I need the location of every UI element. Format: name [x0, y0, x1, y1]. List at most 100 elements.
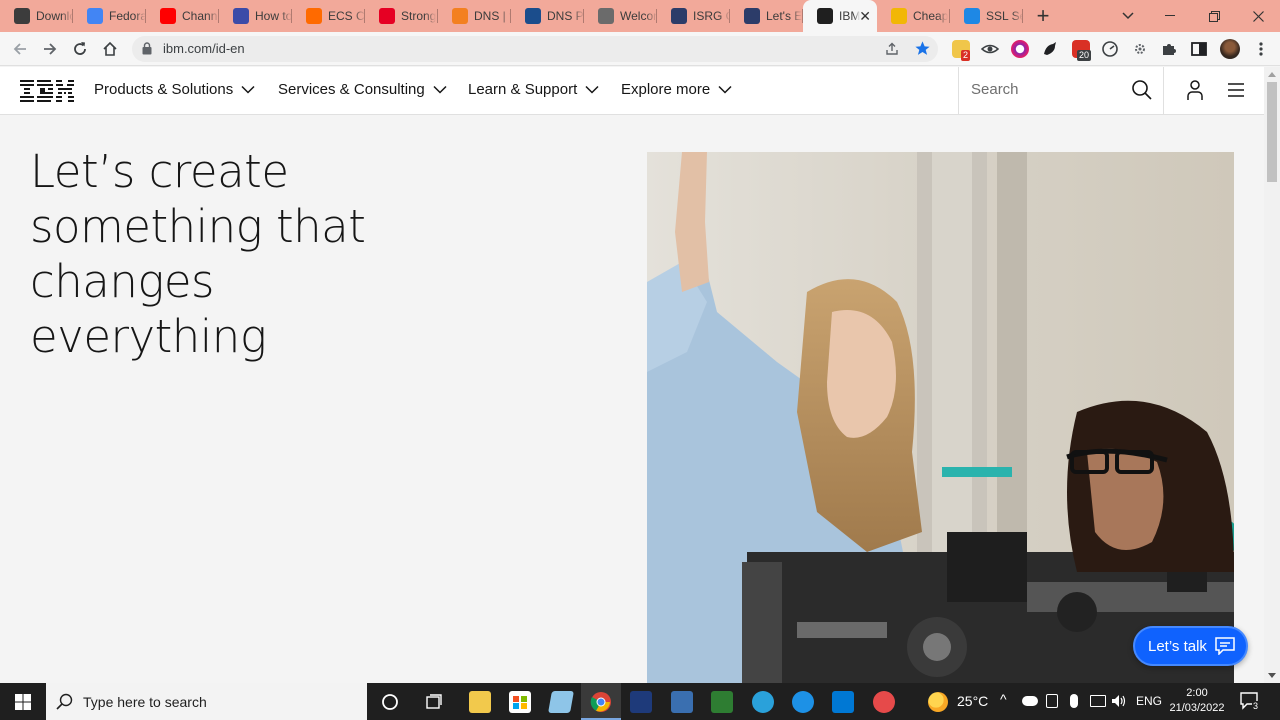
scroll-up-arrow-icon[interactable]	[1268, 72, 1276, 77]
gear-extension-icon[interactable]	[1131, 40, 1149, 58]
task-view-icon[interactable]	[425, 693, 443, 711]
search-icon[interactable]	[1131, 79, 1153, 101]
chevron-down-icon	[585, 85, 599, 94]
globe-icon	[233, 8, 249, 24]
browser-tab[interactable]: ECS Co	[292, 0, 365, 32]
tray-overflow-chevron-icon[interactable]: ^	[1000, 691, 1007, 707]
scroll-down-arrow-icon[interactable]	[1268, 673, 1276, 678]
browser-tab-title: SSL Se	[986, 9, 1023, 23]
youtube-icon	[160, 8, 176, 24]
scrollbar-thumb[interactable]	[1267, 82, 1277, 182]
screen-recorder-icon[interactable]	[873, 691, 895, 713]
taskbar-clock[interactable]: 2:00 21/03/2022	[1168, 686, 1226, 716]
chevron-down-icon	[718, 85, 732, 94]
nav-menu-label: Learn & Support	[468, 81, 578, 98]
page-scrollbar[interactable]	[1264, 67, 1280, 683]
weather-temperature[interactable]: 25°C	[957, 693, 988, 709]
docker-icon[interactable]	[792, 691, 814, 713]
browser-tab-title: Let's E	[766, 9, 803, 23]
taskbar-search-placeholder: Type here to search	[83, 694, 207, 710]
remote-desktop-icon[interactable]	[671, 691, 693, 713]
clock-time: 2:00	[1186, 687, 1208, 699]
chevron-down-icon	[241, 85, 255, 94]
hero-heading: Let’s create something that changes ever…	[30, 144, 410, 364]
browser-tab-title: Strong	[401, 9, 437, 23]
reload-icon[interactable]	[68, 37, 92, 61]
microphone-icon[interactable]	[1070, 694, 1078, 708]
share-icon[interactable]	[884, 41, 900, 57]
browser-menu-icon[interactable]	[1252, 40, 1270, 58]
browser-tab[interactable]: DNS | f	[438, 0, 511, 32]
address-bar[interactable]: ibm.com/id-en	[132, 36, 938, 62]
chrome-icon[interactable]	[590, 691, 612, 713]
volume-icon[interactable]	[1111, 694, 1127, 708]
nav-menu-item[interactable]: Products & Solutions	[94, 81, 255, 98]
browser-tab[interactable]: Downlo	[0, 0, 73, 32]
browser-tab[interactable]: How to	[219, 0, 292, 32]
browser-tab[interactable]: Fedora	[73, 0, 146, 32]
notification-count: 3	[1252, 701, 1260, 711]
browser-tab[interactable]: Let's E	[730, 0, 803, 32]
microsoft-store-icon[interactable]	[509, 691, 531, 713]
lock-icon[interactable]	[142, 42, 152, 55]
bird-extension-icon[interactable]	[1041, 40, 1059, 58]
hamburger-menu-icon[interactable]	[1226, 79, 1246, 101]
ibm-logo-icon[interactable]	[20, 80, 74, 102]
network-icon[interactable]	[1090, 695, 1106, 707]
profile-avatar[interactable]	[1220, 39, 1240, 59]
hero-line: changes	[30, 255, 215, 308]
browser-tab[interactable]: DNS Pr	[511, 0, 584, 32]
new-tab-button[interactable]: +	[1027, 0, 1059, 32]
nav-menu-item[interactable]: Explore more	[621, 81, 732, 98]
browser-tab[interactable]: Cheap	[877, 0, 950, 32]
cortana-icon[interactable]	[381, 693, 399, 711]
browser-tab-title: Downlo	[36, 9, 73, 23]
color-picker-extension-icon[interactable]	[1011, 40, 1029, 58]
ibm-icon	[817, 8, 833, 24]
restore-button[interactable]	[1192, 0, 1236, 32]
puzzle-extensions-icon[interactable]	[1160, 40, 1178, 58]
file-explorer-icon[interactable]	[469, 691, 491, 713]
input-language[interactable]: ENG	[1136, 694, 1162, 708]
tab-search-chevron-icon[interactable]	[1106, 0, 1150, 32]
notes-app-icon[interactable]	[548, 691, 574, 713]
nav-menu-item[interactable]: Learn & Support	[468, 81, 599, 98]
browser-tab-title: Channe	[182, 9, 219, 23]
nav-menu-label: Services & Consulting	[278, 81, 425, 98]
browser-tab[interactable]: Strong	[365, 0, 438, 32]
browser-tab[interactable]: ISRG C	[657, 0, 730, 32]
weather-icon[interactable]	[928, 692, 948, 712]
user-profile-icon[interactable]	[1184, 79, 1206, 101]
nav-menu-item[interactable]: Services & Consulting	[278, 81, 447, 98]
eye-extension-icon[interactable]	[980, 40, 1000, 58]
minimize-button[interactable]	[1148, 0, 1192, 32]
ibm-search-box[interactable]: Search	[958, 67, 1164, 114]
forward-arrow-icon[interactable]	[38, 37, 62, 61]
browser-tab[interactable]: Channe	[146, 0, 219, 32]
tray-device-icon[interactable]	[1046, 694, 1058, 708]
close-window-button[interactable]	[1236, 0, 1280, 32]
url-text: ibm.com/id-en	[163, 41, 245, 56]
home-icon[interactable]	[98, 37, 122, 61]
close-tab-icon[interactable]: ✕	[859, 9, 871, 23]
browser-tab[interactable]: IBM ✕	[803, 0, 877, 32]
browser-tab-title: ISRG C	[693, 9, 730, 23]
lets-talk-chat-button[interactable]: Let’s talk	[1133, 626, 1248, 666]
spreadsheet-app-icon[interactable]	[711, 691, 733, 713]
taskbar-search-box[interactable]: Type here to search	[46, 683, 367, 720]
telegram-icon[interactable]	[752, 691, 774, 713]
back-arrow-icon[interactable]	[8, 37, 32, 61]
download-icon	[14, 8, 30, 24]
browser-tab[interactable]: SSL Se	[950, 0, 1023, 32]
chat-bubble-icon	[1215, 637, 1235, 655]
side-panel-icon[interactable]	[1190, 40, 1208, 58]
browser-tab[interactable]: Welcon	[584, 0, 657, 32]
clock-date: 21/03/2022	[1169, 702, 1225, 714]
powershell-icon[interactable]	[630, 691, 652, 713]
windows-start-icon[interactable]	[0, 683, 46, 720]
onedrive-icon[interactable]	[1022, 696, 1038, 706]
hero-line: Let’s create	[30, 145, 289, 198]
bookmark-star-icon[interactable]	[914, 40, 931, 57]
vscode-icon[interactable]	[832, 691, 854, 713]
speedometer-extension-icon[interactable]	[1101, 40, 1119, 58]
